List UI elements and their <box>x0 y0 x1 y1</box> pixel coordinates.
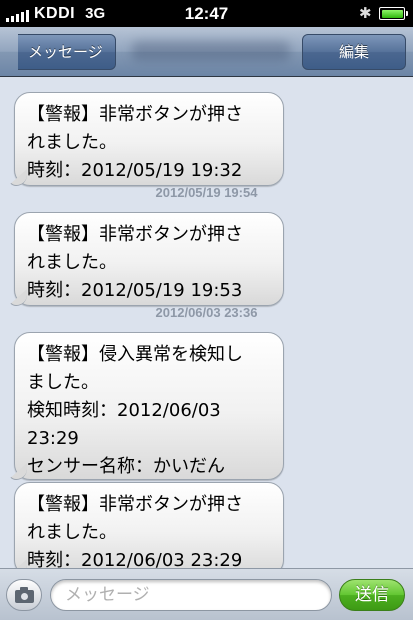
message-line: 【警報】侵入異常を検知し <box>27 344 243 365</box>
message-line: 時刻：2012/05/19 19:32 <box>27 160 243 181</box>
message-bubble[interactable]: 【警報】侵入異常を検知し ました。 検知時刻：2012/06/03 23:29 … <box>14 332 284 480</box>
message-bubble[interactable]: 【警報】非常ボタンが押さ れました。 時刻：2012/05/19 19:53 <box>14 212 284 306</box>
message-line: れました。 <box>27 132 117 153</box>
message-line: 【警報】非常ボタンが押さ <box>27 104 243 125</box>
message-line: 検知時刻：2012/06/03 <box>27 400 221 421</box>
message-line: 【警報】非常ボタンが押さ <box>27 224 243 245</box>
nav-bar: メッセージ 編集 <box>0 27 413 77</box>
message-bubble[interactable]: 【警報】非常ボタンが押さ れました。 時刻：2012/06/03 23:29 <box>14 482 284 568</box>
message-line: 時刻：2012/06/03 23:29 <box>27 550 243 568</box>
message-line: れました。 <box>27 252 117 273</box>
message-line: ました。 <box>27 372 99 393</box>
signal-bars-icon <box>6 6 29 22</box>
compose-bar: 送信 <box>0 568 413 620</box>
back-button-label: メッセージ <box>28 43 103 61</box>
status-bar: KDDI 3G 12:47 ✱ <box>0 0 413 27</box>
back-button[interactable]: メッセージ <box>18 34 116 70</box>
message-input[interactable] <box>50 579 332 611</box>
network-type: 3G <box>85 5 106 22</box>
bluetooth-icon: ✱ <box>359 5 372 22</box>
message-line: れました。 <box>27 522 117 543</box>
conversation-list[interactable]: 【警報】非常ボタンが押さ れました。 時刻：2012/05/19 19:32 2… <box>0 78 413 568</box>
message-line: 23:29 <box>27 428 79 449</box>
message-line: 時刻：2012/05/19 19:53 <box>27 280 243 301</box>
message-bubble[interactable]: 【警報】非常ボタンが押さ れました。 時刻：2012/05/19 19:32 <box>14 92 284 186</box>
camera-button[interactable] <box>6 579 42 611</box>
carrier-name: KDDI <box>34 4 76 22</box>
edit-button[interactable]: 編集 <box>302 34 406 70</box>
message-timestamp: 2012/06/03 23:36 <box>155 305 258 320</box>
contact-title-blurred <box>132 41 290 61</box>
send-button[interactable]: 送信 <box>339 579 405 611</box>
battery-icon <box>379 7 408 20</box>
message-line: センサー名称：かいだん <box>27 456 225 477</box>
message-timestamp: 2012/05/19 19:54 <box>155 185 258 200</box>
message-line: 【警報】非常ボタンが押さ <box>27 494 243 515</box>
